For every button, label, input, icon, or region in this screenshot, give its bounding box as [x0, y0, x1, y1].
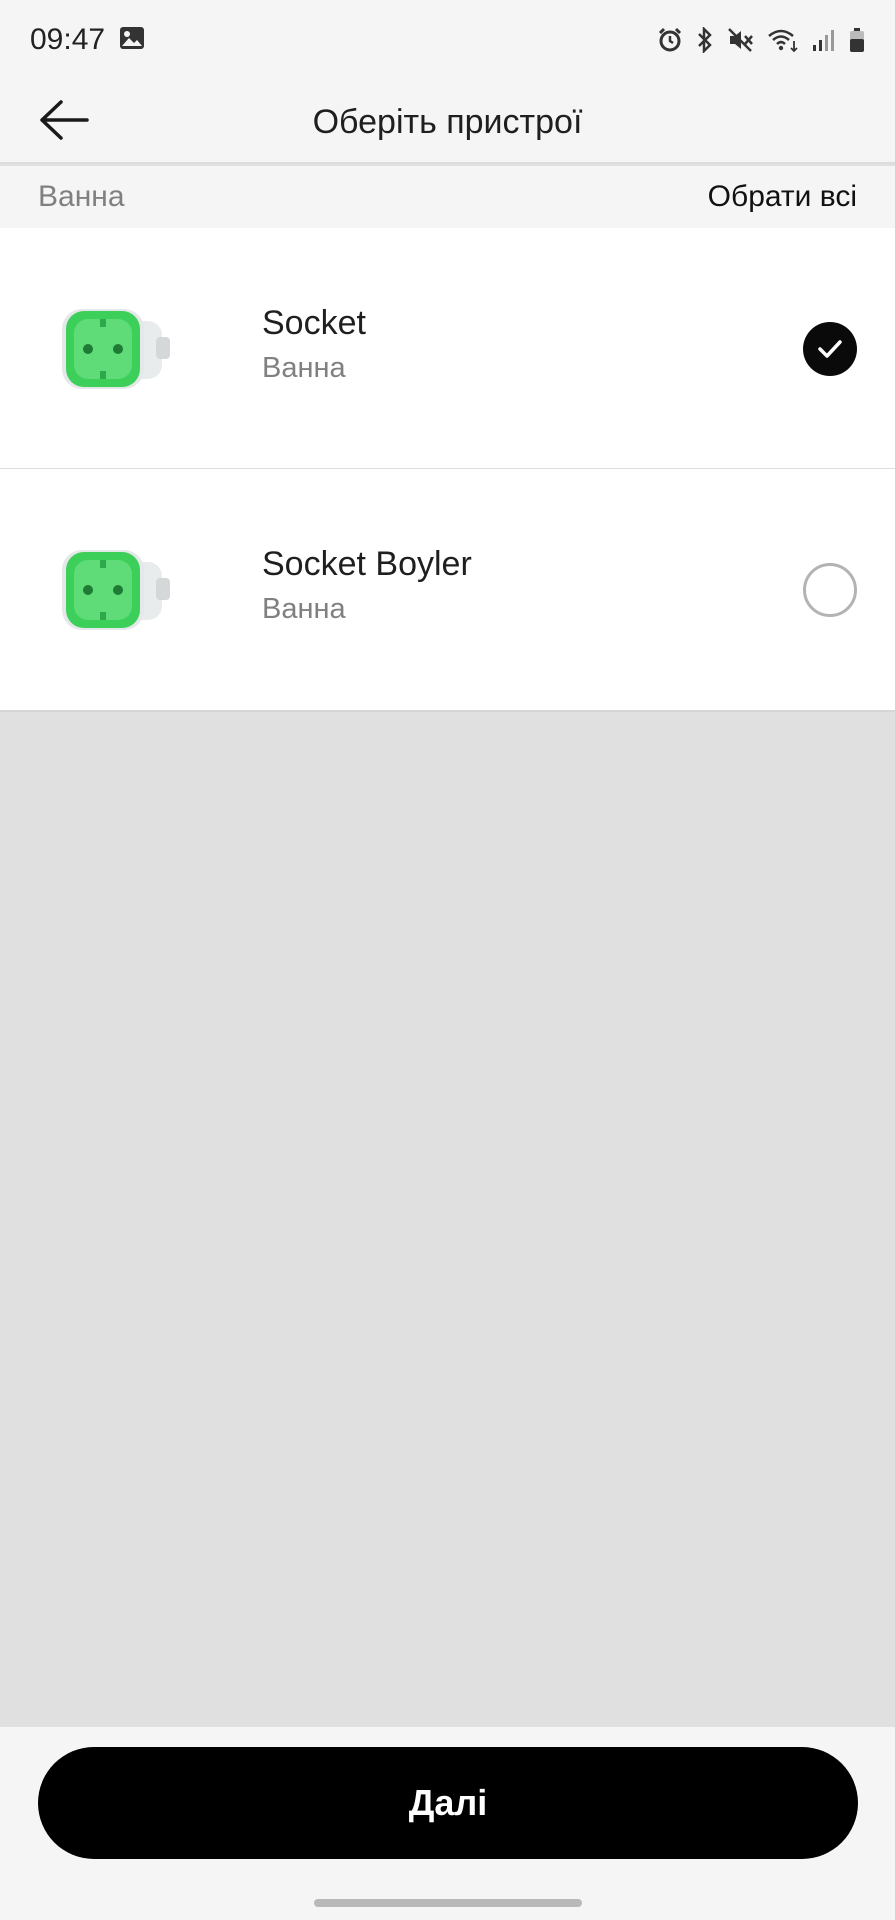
- gallery-icon: [119, 26, 145, 55]
- battery-icon: [849, 27, 865, 53]
- device-room: Ванна: [262, 593, 346, 625]
- arrow-left-icon: [37, 98, 91, 147]
- socket-device-icon: [60, 303, 180, 395]
- group-header: Ванна Обрати всі: [0, 166, 895, 228]
- page-title: Оберіть пристрої: [312, 102, 583, 141]
- alarm-icon: [657, 27, 683, 53]
- status-icons: [657, 27, 865, 53]
- wifi-icon: [767, 27, 799, 53]
- mute-icon: [727, 27, 755, 53]
- device-row-socket-boyler[interactable]: Socket Boyler Ванна: [0, 469, 895, 712]
- device-room: Ванна: [262, 352, 346, 384]
- group-name: Ванна: [38, 180, 125, 213]
- status-bar: 09:47: [0, 0, 895, 80]
- bluetooth-icon: [695, 27, 715, 53]
- signal-icon: [811, 27, 837, 53]
- app-bar: Оберіть пристрої: [0, 80, 895, 164]
- check-icon: [818, 340, 842, 358]
- checkbox-selected[interactable]: [803, 322, 857, 376]
- back-button[interactable]: [28, 92, 100, 152]
- device-name: Socket: [262, 304, 366, 342]
- device-row-socket[interactable]: Socket Ванна: [0, 228, 895, 469]
- status-time: 09:47: [30, 23, 106, 56]
- footer: Далі: [0, 1727, 895, 1920]
- socket-device-icon: [60, 544, 180, 636]
- status-left: 09:47: [30, 23, 145, 57]
- device-list: Socket Ванна Socket Boyler Ванна: [0, 228, 895, 712]
- select-all-button[interactable]: Обрати всі: [708, 180, 857, 214]
- checkbox-unselected[interactable]: [803, 563, 857, 617]
- next-button[interactable]: Далі: [38, 1747, 858, 1859]
- home-indicator[interactable]: [314, 1899, 582, 1907]
- device-name: Socket Boyler: [262, 545, 472, 583]
